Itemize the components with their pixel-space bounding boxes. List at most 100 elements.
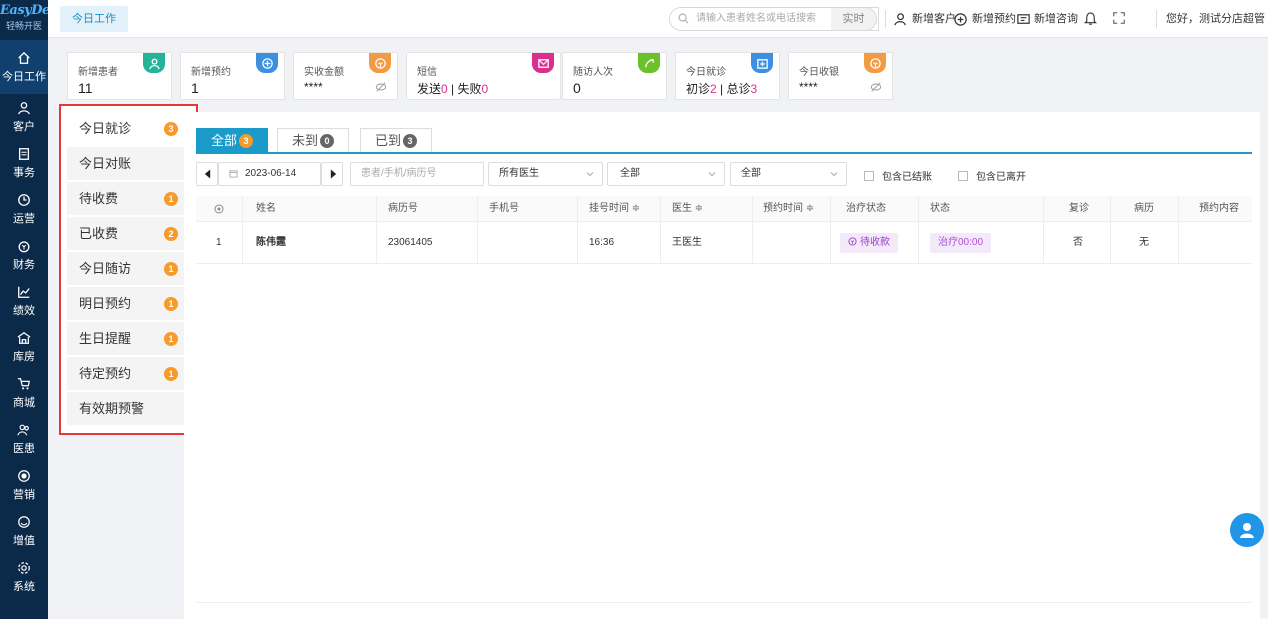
medical-record-value[interactable]: 无	[1139, 222, 1149, 264]
stat-value: ****	[304, 80, 323, 94]
stat-label: 实收金额	[304, 67, 344, 78]
cart-icon	[17, 377, 30, 389]
nav-label: 医患	[13, 442, 35, 455]
nav-item-affairs[interactable]: 事务	[0, 140, 48, 186]
stat-card-sms[interactable]: 短信 发送0 | 失败0	[406, 52, 561, 100]
user-icon	[18, 101, 30, 114]
eye-off-icon[interactable]	[375, 81, 387, 93]
chart-icon	[18, 286, 30, 298]
money-icon	[18, 240, 30, 252]
column-header: 治疗状态	[846, 203, 886, 214]
table-row[interactable]: 1 陈伟霆 23061405 16:36 王医生 待收款 治疗00:00 否 无	[196, 222, 1252, 264]
patient-search-input[interactable]: 患者/手机/病历号	[350, 162, 484, 186]
clinic-icon	[751, 53, 773, 73]
table-header: 姓名 病历号 手机号 挂号时间 ≑ 医生 ≑ 预约时间 ≑ 治疗状态 状态 复诊…	[196, 196, 1252, 222]
tab-all[interactable]: 全部 3	[196, 128, 269, 152]
column-settings-icon[interactable]	[214, 204, 224, 214]
stat-card-followups[interactable]: 随访人次 0	[562, 52, 667, 100]
stat-card-new-appointments[interactable]: 新增预约 1	[180, 52, 285, 100]
checkbox-label: 包含已结账	[882, 172, 932, 183]
sidebar-item-today-visits[interactable]: 今日就诊 3	[67, 112, 184, 146]
include-settled-checkbox[interactable]: 包含已结账	[864, 168, 932, 183]
add-circle-icon	[954, 12, 967, 26]
checkbox-box	[958, 170, 968, 181]
new-consult-button[interactable]: 新增咨询	[1016, 0, 1078, 38]
nav-label: 系统	[13, 580, 35, 593]
tab-arrived[interactable]: 已到 3	[360, 128, 433, 152]
date-picker[interactable]: 2023-06-14	[218, 162, 321, 186]
sidebar-item-charged[interactable]: 已收费 2	[67, 217, 184, 251]
include-left-checkbox[interactable]: 包含已离开	[958, 168, 1026, 183]
app-logo: EasyDent 轻畅开医	[0, 0, 65, 40]
column-header-sortable[interactable]: 预约时间 ≑	[763, 196, 814, 222]
sidebar-item-today-reconcile[interactable]: 今日对账	[67, 147, 184, 181]
sidebar-item-pending-charge[interactable]: 待收费 1	[67, 182, 184, 216]
floating-user-button[interactable]	[1230, 513, 1264, 547]
nav-item-customer[interactable]: 客户	[0, 94, 48, 140]
table-bottom-border	[196, 602, 1252, 603]
logo-sub: 轻畅开医	[5, 21, 42, 31]
nav-item-operation[interactable]: 运营	[0, 186, 48, 232]
new-appointment-button[interactable]: 新增预约	[954, 0, 1016, 38]
status-select-2[interactable]: 全部	[730, 162, 847, 186]
column-header: 病历号	[388, 203, 418, 214]
tab-today-work[interactable]: 今日工作	[60, 6, 128, 32]
nav-item-performance[interactable]: 绩效	[0, 278, 48, 324]
column-header: 病历	[1134, 203, 1154, 214]
stat-value: 1	[191, 80, 199, 96]
column-header-sortable[interactable]: 医生 ≑	[672, 196, 703, 222]
new-customer-button[interactable]: 新增客户	[894, 0, 956, 38]
next-day-button[interactable]	[321, 162, 343, 186]
stat-value: 11	[78, 80, 93, 96]
prev-day-button[interactable]	[196, 162, 218, 186]
sidebar-item-tomorrow-appointment[interactable]: 明日预约 1	[67, 287, 184, 321]
row-index: 1	[216, 237, 222, 248]
tab-not-arrived[interactable]: 未到 0	[277, 128, 350, 152]
column-header: 姓名	[256, 203, 276, 214]
chevron-down-icon	[586, 172, 594, 177]
sidebar-item-pending-appointment[interactable]: 待定预约 1	[67, 357, 184, 391]
settings-icon	[18, 561, 30, 574]
column-header-sortable[interactable]: 挂号时间 ≑	[589, 196, 640, 222]
sidebar-item-today-followup[interactable]: 今日随访 1	[67, 252, 184, 286]
sidebar-item-expiry-warning[interactable]: 有效期预警	[67, 392, 184, 426]
nav-item-value-added[interactable]: 增值	[0, 508, 48, 554]
stat-value: 发送0 | 失败0	[417, 82, 489, 96]
nav-item-mall[interactable]: 商城	[0, 370, 48, 416]
stat-label: 新增预约	[191, 67, 231, 78]
user-greeting[interactable]: 您好，测试分店超管	[1166, 0, 1265, 38]
home-icon	[18, 51, 30, 64]
bell-icon[interactable]	[1083, 11, 1098, 26]
nav-item-finance[interactable]: 财务	[0, 232, 48, 278]
nav-item-system[interactable]: 系统	[0, 554, 48, 600]
fullscreen-icon[interactable]	[1112, 11, 1126, 25]
nav-item-doctor-patient[interactable]: 医患	[0, 416, 48, 462]
stat-card-revenue[interactable]: 实收金额 ****	[293, 52, 398, 100]
stat-card-today-cashier[interactable]: 今日收银 ****	[788, 52, 893, 100]
eye-off-icon[interactable]	[870, 81, 882, 93]
stat-card-today-visits[interactable]: 今日就诊 初诊2 | 总诊3	[675, 52, 780, 100]
value-icon	[18, 515, 30, 528]
stat-label: 新增患者	[78, 67, 118, 78]
count-badge: 1	[164, 297, 178, 311]
followup-icon	[638, 53, 660, 73]
caret-right-icon	[330, 169, 337, 179]
stat-card-new-patients[interactable]: 新增患者 11	[67, 52, 172, 100]
column-header: 复诊	[1069, 203, 1089, 214]
search-icon	[678, 13, 689, 24]
sidebar-item-birthday-reminder[interactable]: 生日提醒 1	[67, 322, 184, 356]
nav-item-marketing[interactable]: 营销	[0, 462, 48, 508]
nav-label: 增值	[13, 534, 35, 547]
nav-label: 绩效	[13, 304, 35, 317]
treatment-status-badge[interactable]: 待收款	[840, 233, 898, 253]
status-select-1[interactable]: 全部	[607, 162, 725, 186]
money-icon	[369, 53, 391, 73]
count-badge: 1	[164, 332, 178, 346]
left-nav: EasyDent 轻畅开医 今日工作 客户 事务 运营 财务 绩效 库房 商城 …	[0, 0, 65, 619]
nav-item-today[interactable]: 今日工作	[0, 40, 48, 94]
money-icon	[848, 237, 857, 246]
doctor-select[interactable]: 所有医生	[488, 162, 603, 186]
patient-name[interactable]: 陈伟霆	[256, 222, 286, 264]
realtime-button[interactable]: 实时	[831, 7, 877, 31]
nav-item-warehouse[interactable]: 库房	[0, 324, 48, 370]
